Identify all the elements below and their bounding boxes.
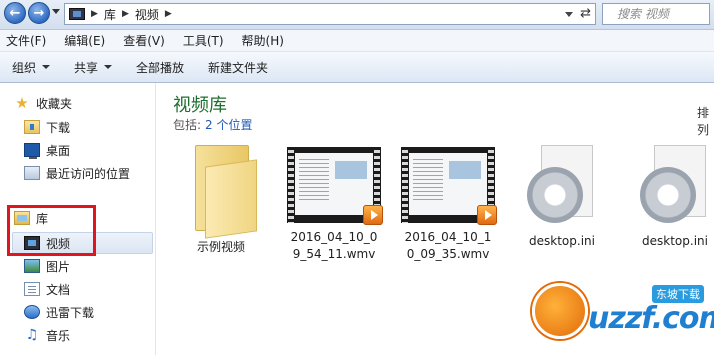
play-badge-icon xyxy=(477,205,497,225)
menu-bar: 文件(F) 编辑(E) 查看(V) 工具(T) 帮助(H) xyxy=(0,30,714,52)
breadcrumb-separator-icon[interactable]: ▶ xyxy=(165,9,172,19)
nav-recent-places[interactable]: 最近访问的位置 xyxy=(24,163,130,183)
watermark-emblem-icon xyxy=(532,283,588,339)
nav-music-label: 音乐 xyxy=(46,328,71,343)
nav-favorites[interactable]: ★ 收藏夹 xyxy=(14,93,72,113)
library-includes: 包括: 2 个位置 xyxy=(173,116,253,133)
file-item-desktop-ini-1[interactable]: desktop.ini xyxy=(510,145,614,250)
music-note-icon: ♫ xyxy=(25,327,39,343)
breadcrumb-separator-icon[interactable]: ▶ xyxy=(122,9,129,19)
desktop-icon xyxy=(24,143,40,159)
menu-edit[interactable]: 编辑(E) xyxy=(64,32,105,49)
file-item-video-1[interactable]: 2016_04_10_09_54_11.wmv xyxy=(282,145,386,263)
back-button[interactable]: ← xyxy=(4,2,26,24)
breadcrumb-libraries[interactable]: 库 xyxy=(104,6,116,23)
address-bar: ← → ▶ 库 ▶ 视频 ▶ ⇄ 搜索 视频 xyxy=(0,0,714,30)
organize-label: 组织 xyxy=(12,60,37,75)
nav-desktop[interactable]: 桌面 xyxy=(24,140,70,160)
star-icon: ★ xyxy=(15,94,29,112)
documents-icon xyxy=(24,282,40,296)
file-item-sample-videos[interactable]: 示例视频 xyxy=(169,145,273,256)
breadcrumb-videos[interactable]: 视频 xyxy=(135,6,159,23)
play-badge-icon xyxy=(363,205,383,225)
nav-recent-label: 最近访问的位置 xyxy=(46,166,131,181)
uzzf-watermark-logo: 东坡下载 uzzf.com xyxy=(532,275,714,353)
video-thumbnail-icon xyxy=(287,147,383,225)
file-item-desktop-ini-2[interactable]: desktop.ini xyxy=(623,145,714,250)
menu-tools[interactable]: 工具(T) xyxy=(183,32,224,49)
nav-documents-label: 文档 xyxy=(46,282,71,297)
share-button[interactable]: 共享 xyxy=(74,59,113,76)
recent-places-icon xyxy=(24,166,40,180)
file-item-label: 2016_04_10_10_09_35.wmv xyxy=(404,230,492,261)
file-item-label: 示例视频 xyxy=(196,240,245,254)
nav-downloads[interactable]: 下载 xyxy=(24,117,70,137)
pictures-icon xyxy=(24,259,40,273)
nav-favorites-label: 收藏夹 xyxy=(36,96,73,111)
file-item-label: 2016_04_10_09_54_11.wmv xyxy=(290,230,378,261)
folder-icon xyxy=(195,145,257,239)
chevron-down-icon xyxy=(42,65,51,69)
back-arrow-icon: ← xyxy=(9,5,21,21)
watermark-text: uzzf.com xyxy=(588,301,714,336)
locations-link[interactable]: 2 个位置 xyxy=(205,118,252,132)
nav-music[interactable]: ♫ 音乐 xyxy=(24,325,70,345)
nav-xunlei-label: 迅雷下载 xyxy=(46,305,95,320)
xunlei-icon xyxy=(24,305,40,319)
video-thumbnail-icon xyxy=(401,147,497,225)
new-folder-button[interactable]: 新建文件夹 xyxy=(208,59,268,76)
menu-view[interactable]: 查看(V) xyxy=(123,32,165,49)
file-item-video-2[interactable]: 2016_04_10_10_09_35.wmv xyxy=(396,145,500,263)
nav-desktop-label: 桌面 xyxy=(46,143,71,158)
command-bar: 组织 共享 全部播放 新建文件夹 xyxy=(0,52,714,83)
chevron-down-icon xyxy=(104,65,113,69)
search-input[interactable]: 搜索 视频 xyxy=(602,3,710,25)
file-item-label: desktop.ini xyxy=(529,234,595,248)
breadcrumb-separator-icon[interactable]: ▶ xyxy=(91,9,98,19)
forward-button[interactable]: → xyxy=(28,2,50,24)
file-item-label: desktop.ini xyxy=(642,234,708,248)
nav-pictures-label: 图片 xyxy=(46,259,71,274)
address-history-dropdown-icon[interactable] xyxy=(565,12,573,17)
recent-pages-dropdown-icon[interactable] xyxy=(52,9,60,14)
share-label: 共享 xyxy=(74,60,99,75)
arrange-by-label[interactable]: 排列 xyxy=(697,104,714,138)
page-title: 视频库 xyxy=(173,95,227,116)
includes-label: 包括: xyxy=(173,118,202,132)
nav-documents[interactable]: 文档 xyxy=(24,279,70,299)
organize-button[interactable]: 组织 xyxy=(12,59,51,76)
forward-arrow-icon: → xyxy=(33,5,45,21)
play-all-button[interactable]: 全部播放 xyxy=(136,59,184,76)
red-highlight-annotation xyxy=(7,205,96,256)
menu-help[interactable]: 帮助(H) xyxy=(242,32,284,49)
nav-pictures[interactable]: 图片 xyxy=(24,256,70,276)
downloads-folder-icon xyxy=(24,120,40,134)
nav-downloads-label: 下载 xyxy=(46,120,71,135)
settings-file-icon xyxy=(527,145,597,227)
navigation-pane: ★ 收藏夹 下载 桌面 最近访问的位置 库 视频 图片 文档 迅雷下载 ♫ 音乐 xyxy=(0,83,156,355)
refresh-icon[interactable]: ⇄ xyxy=(580,6,591,21)
menu-file[interactable]: 文件(F) xyxy=(6,32,46,49)
settings-file-icon xyxy=(640,145,710,227)
nav-xunlei-downloads[interactable]: 迅雷下载 xyxy=(24,302,94,322)
video-library-icon xyxy=(69,8,85,20)
address-box[interactable]: ▶ 库 ▶ 视频 ▶ ⇄ xyxy=(64,3,596,25)
